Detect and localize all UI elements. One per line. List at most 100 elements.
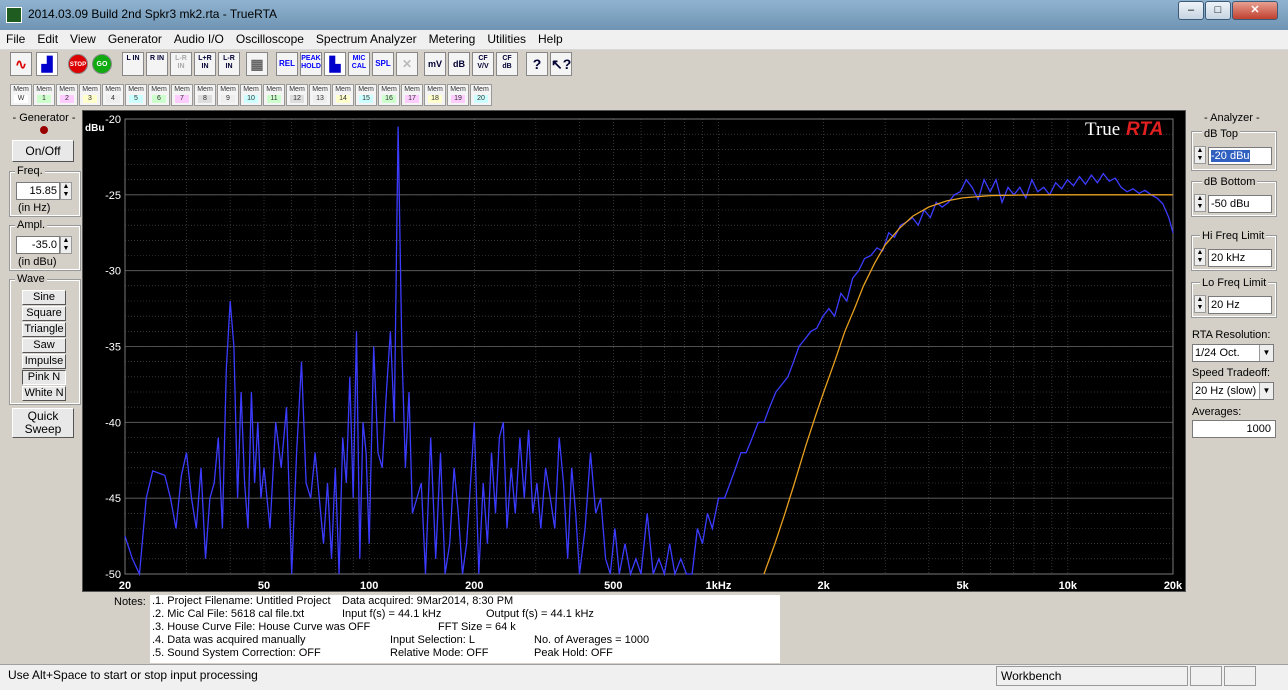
wave-square-button[interactable]: Square [22,306,66,321]
mem-button-1[interactable]: Mem 1 [33,84,55,106]
db-bottom-spinner[interactable]: ▲ ▼ [1194,194,1206,212]
x-tick-label: 5k [957,580,970,591]
quick-sweep-button[interactable]: Quick Sweep [12,408,74,438]
menu-edit[interactable]: Edit [31,30,64,46]
lr-in-button-dim[interactable]: L-R IN [170,52,192,76]
title-bar[interactable]: 2014.03.09 Build 2nd Spkr3 mk2.rta - Tru… [0,0,1288,30]
mem-button-13[interactable]: Mem 13 [309,84,331,106]
mem-button-11[interactable]: Mem 11 [263,84,285,106]
db-button[interactable]: dB [448,52,470,76]
context-help-icon[interactable]: ↖? [550,52,572,76]
notes-box[interactable]: .1. Project Filename: Untitled Project .… [150,595,780,663]
mem-button-16[interactable]: Mem 16 [378,84,400,106]
wave-white-noise-button[interactable]: White N [22,386,66,401]
mem-number: 19 [451,95,465,103]
db-top-spinner[interactable]: ▲ ▼ [1194,146,1206,164]
db-top-input[interactable]: -20 dBu [1208,147,1272,165]
wave-sine-button[interactable]: Sine [22,290,66,305]
cf-db-button[interactable]: CF dB [496,52,518,76]
lo-freq-spinner[interactable]: ▲ ▼ [1194,295,1206,313]
speed-tradeoff-label: Speed Tradeoff: [1192,367,1271,379]
lo-freq-input[interactable]: 20 Hz [1208,296,1272,314]
status-bar: Use Alt+Space to start or stop input pro… [0,664,1288,690]
mem-button-19[interactable]: Mem 19 [447,84,469,106]
menu-oscilloscope[interactable]: Oscilloscope [230,30,310,46]
x-tick-label: 500 [604,580,622,591]
db-bottom-input[interactable]: -50 dBu [1208,195,1272,213]
mem-button-10[interactable]: Mem 10 [240,84,262,106]
brand-true: True [1085,119,1120,140]
menu-help[interactable]: Help [532,30,569,46]
mem-button-8[interactable]: Mem 8 [194,84,216,106]
averages-input[interactable]: 1000 [1192,420,1276,438]
spectrum-bars-icon[interactable]: ▟ [36,52,58,76]
hi-freq-input[interactable]: 20 kHz [1208,249,1272,267]
mem-label: Mem [312,86,328,93]
freq-spinner[interactable]: ▲ ▼ [60,182,72,200]
mem-button-20[interactable]: Mem 20 [470,84,492,106]
help-icon[interactable]: ? [526,52,548,76]
left-in-button[interactable]: L IN [122,52,144,76]
mem-button-9[interactable]: Mem 9 [217,84,239,106]
cf-vv-button[interactable]: CF V/V [472,52,494,76]
mem-label: Mem [404,86,420,93]
stop-button[interactable]: STOP [68,54,88,74]
mem-button-6[interactable]: Mem 6 [148,84,170,106]
mem-label: Mem [197,86,213,93]
note-line-3: .3. House Curve File: House Curve was OF… [152,621,371,633]
mem-button-7[interactable]: Mem 7 [171,84,193,106]
mem-button-18[interactable]: Mem 18 [424,84,446,106]
right-in-button[interactable]: R IN [146,52,168,76]
menu-generator[interactable]: Generator [102,30,168,46]
l-minus-r-button[interactable]: L-R IN [218,52,240,76]
maximize-button[interactable]: □ [1205,1,1231,20]
mem-button-2[interactable]: Mem 2 [56,84,78,106]
oscilloscope-sine-icon[interactable]: ∿ [10,52,32,76]
speed-tradeoff-select[interactable]: 20 Hz (slow) ▼ [1192,382,1274,400]
close-button[interactable]: ✕ [1232,1,1278,20]
menu-view[interactable]: View [64,30,102,46]
hi-freq-spinner[interactable]: ▲ ▼ [1194,248,1206,266]
minimize-button[interactable]: – [1178,1,1204,20]
mem-label: Mem [59,86,75,93]
menu-metering[interactable]: Metering [423,30,482,46]
mv-button[interactable]: mV [424,52,446,76]
mem-button-3[interactable]: Mem 3 [79,84,101,106]
x-tick-label: 50 [258,580,270,591]
mem-number: 3 [83,95,97,103]
on-off-button[interactable]: On/Off [12,140,74,162]
rta-bars-icon[interactable]: ▙ [324,52,346,76]
note-relative-mode: Relative Mode: OFF [390,647,489,659]
mem-button-17[interactable]: Mem 17 [401,84,423,106]
menu-audio-io[interactable]: Audio I/O [168,30,230,46]
spectrum-chart[interactable]: -20 -25 -30 -35 -40 -45 -50 dBu 20 50 100 200 500 1kH… [82,110,1186,592]
menu-file[interactable]: File [0,30,31,46]
status-hint: Use Alt+Space to start or stop input pro… [8,668,258,682]
ampl-spinner[interactable]: ▲ ▼ [60,236,72,254]
mem-button-15[interactable]: Mem 15 [355,84,377,106]
l-plus-r-button[interactable]: L+R IN [194,52,216,76]
menu-spectrum-analyzer[interactable]: Spectrum Analyzer [310,30,423,46]
spl-button[interactable]: SPL [372,52,394,76]
peak-hold-button[interactable]: PEAK HOLD [300,52,322,76]
mem-button-4[interactable]: Mem 4 [102,84,124,106]
go-button[interactable]: GO [92,54,112,74]
rta-resolution-select[interactable]: 1/24 Oct. ▼ [1192,344,1274,362]
ampl-input[interactable]: -35.0 [16,236,60,254]
mem-button-14[interactable]: Mem 14 [332,84,354,106]
wave-triangle-button[interactable]: Triangle [22,322,66,337]
mic-cal-button[interactable]: MIC CAL [348,52,370,76]
wave-pink-noise-button[interactable]: Pink N [22,370,66,385]
wave-saw-button[interactable]: Saw [22,338,66,353]
freq-input[interactable]: 15.85 [16,182,60,200]
mem-button-w[interactable]: Mem W [10,84,32,106]
grid-icon[interactable]: ▦ [246,52,268,76]
menu-utilities[interactable]: Utilities [481,30,532,46]
rel-button[interactable]: REL [276,52,298,76]
disabled-x-icon[interactable]: ✕ [396,52,418,76]
wave-impulse-button[interactable]: Impulse [22,354,66,369]
mem-button-5[interactable]: Mem 5 [125,84,147,106]
mem-number: 1 [37,95,51,103]
mem-button-12[interactable]: Mem 12 [286,84,308,106]
averages-label: Averages: [1192,406,1242,418]
